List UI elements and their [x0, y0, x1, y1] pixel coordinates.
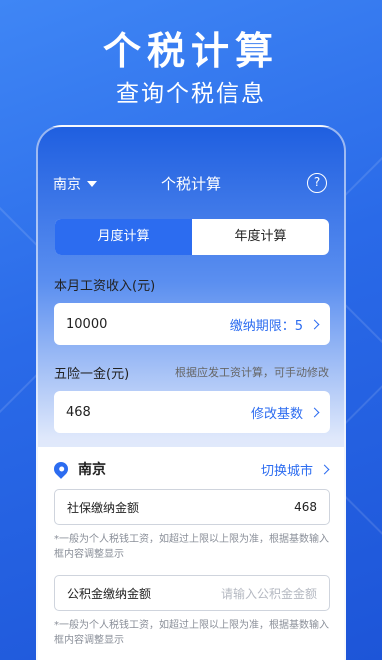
- insurance-value: 468: [66, 404, 91, 420]
- tab-monthly[interactable]: 月度计算: [55, 219, 192, 255]
- social-security-note: *一般为个人税钱工资，如超过上限以上限为准，根据基数输入框内容调整显示: [54, 534, 329, 560]
- switch-city-label: 切换城市: [260, 463, 313, 479]
- hero-title: 个税计算: [102, 29, 279, 73]
- location-city-label: 南京: [78, 462, 106, 478]
- help-icon[interactable]: ?: [307, 173, 327, 193]
- phone-frame: 南京 个税计算 ? 月度计算 年度计算 本月工资收入(元) 10000 缴纳期限…: [36, 125, 346, 660]
- chevron-right-icon: [309, 407, 320, 417]
- period-label: 缴纳期限：5: [229, 318, 303, 334]
- period-button[interactable]: 缴纳期限：5: [229, 315, 320, 334]
- chevron-right-icon: [309, 319, 320, 329]
- calc-mode-tabs: 月度计算 年度计算: [55, 219, 329, 255]
- modify-base-label: 修改基数: [250, 406, 303, 422]
- social-security-label: 社保缴纳金额: [67, 500, 140, 515]
- switch-city-button[interactable]: 切换城市: [260, 460, 330, 479]
- location-pin-icon: [51, 459, 71, 479]
- housing-fund-note: *一般为个人税钱工资，如超过上限以上限为准，根据基数输入框内容调整显示: [54, 620, 329, 646]
- social-security-field[interactable]: 社保缴纳金额 468: [54, 489, 330, 525]
- income-value: 10000: [66, 316, 108, 332]
- hero-subtitle: 查询个税信息: [116, 81, 266, 107]
- modify-base-button[interactable]: 修改基数: [250, 403, 320, 422]
- chevron-right-icon: [319, 464, 330, 474]
- location-row: 南京 切换城市: [51, 459, 330, 479]
- top-bar: 南京 个税计算 ?: [38, 171, 344, 197]
- insurance-label: 五险一金(元): [54, 367, 130, 382]
- income-field[interactable]: 10000 缴纳期限：5: [54, 303, 330, 345]
- housing-fund-field[interactable]: 公积金缴纳金额 请输入公积金金额: [54, 575, 330, 611]
- housing-fund-placeholder: 请输入公积金金额: [220, 586, 317, 601]
- insurance-hint: 根据应发工资计算，可手动修改: [175, 366, 329, 379]
- social-security-value: 468: [294, 500, 317, 514]
- detail-panel: 南京 切换城市 社保缴纳金额 468 *一般为个人税钱工资，如超过上限以上限为准…: [38, 447, 344, 660]
- tab-yearly[interactable]: 年度计算: [192, 219, 329, 255]
- insurance-field[interactable]: 468 修改基数: [54, 391, 330, 433]
- income-label: 本月工资收入(元): [54, 279, 156, 294]
- location-city: 南京: [51, 459, 106, 479]
- page-title: 个税计算: [160, 175, 221, 193]
- housing-fund-label: 公积金缴纳金额: [67, 586, 152, 601]
